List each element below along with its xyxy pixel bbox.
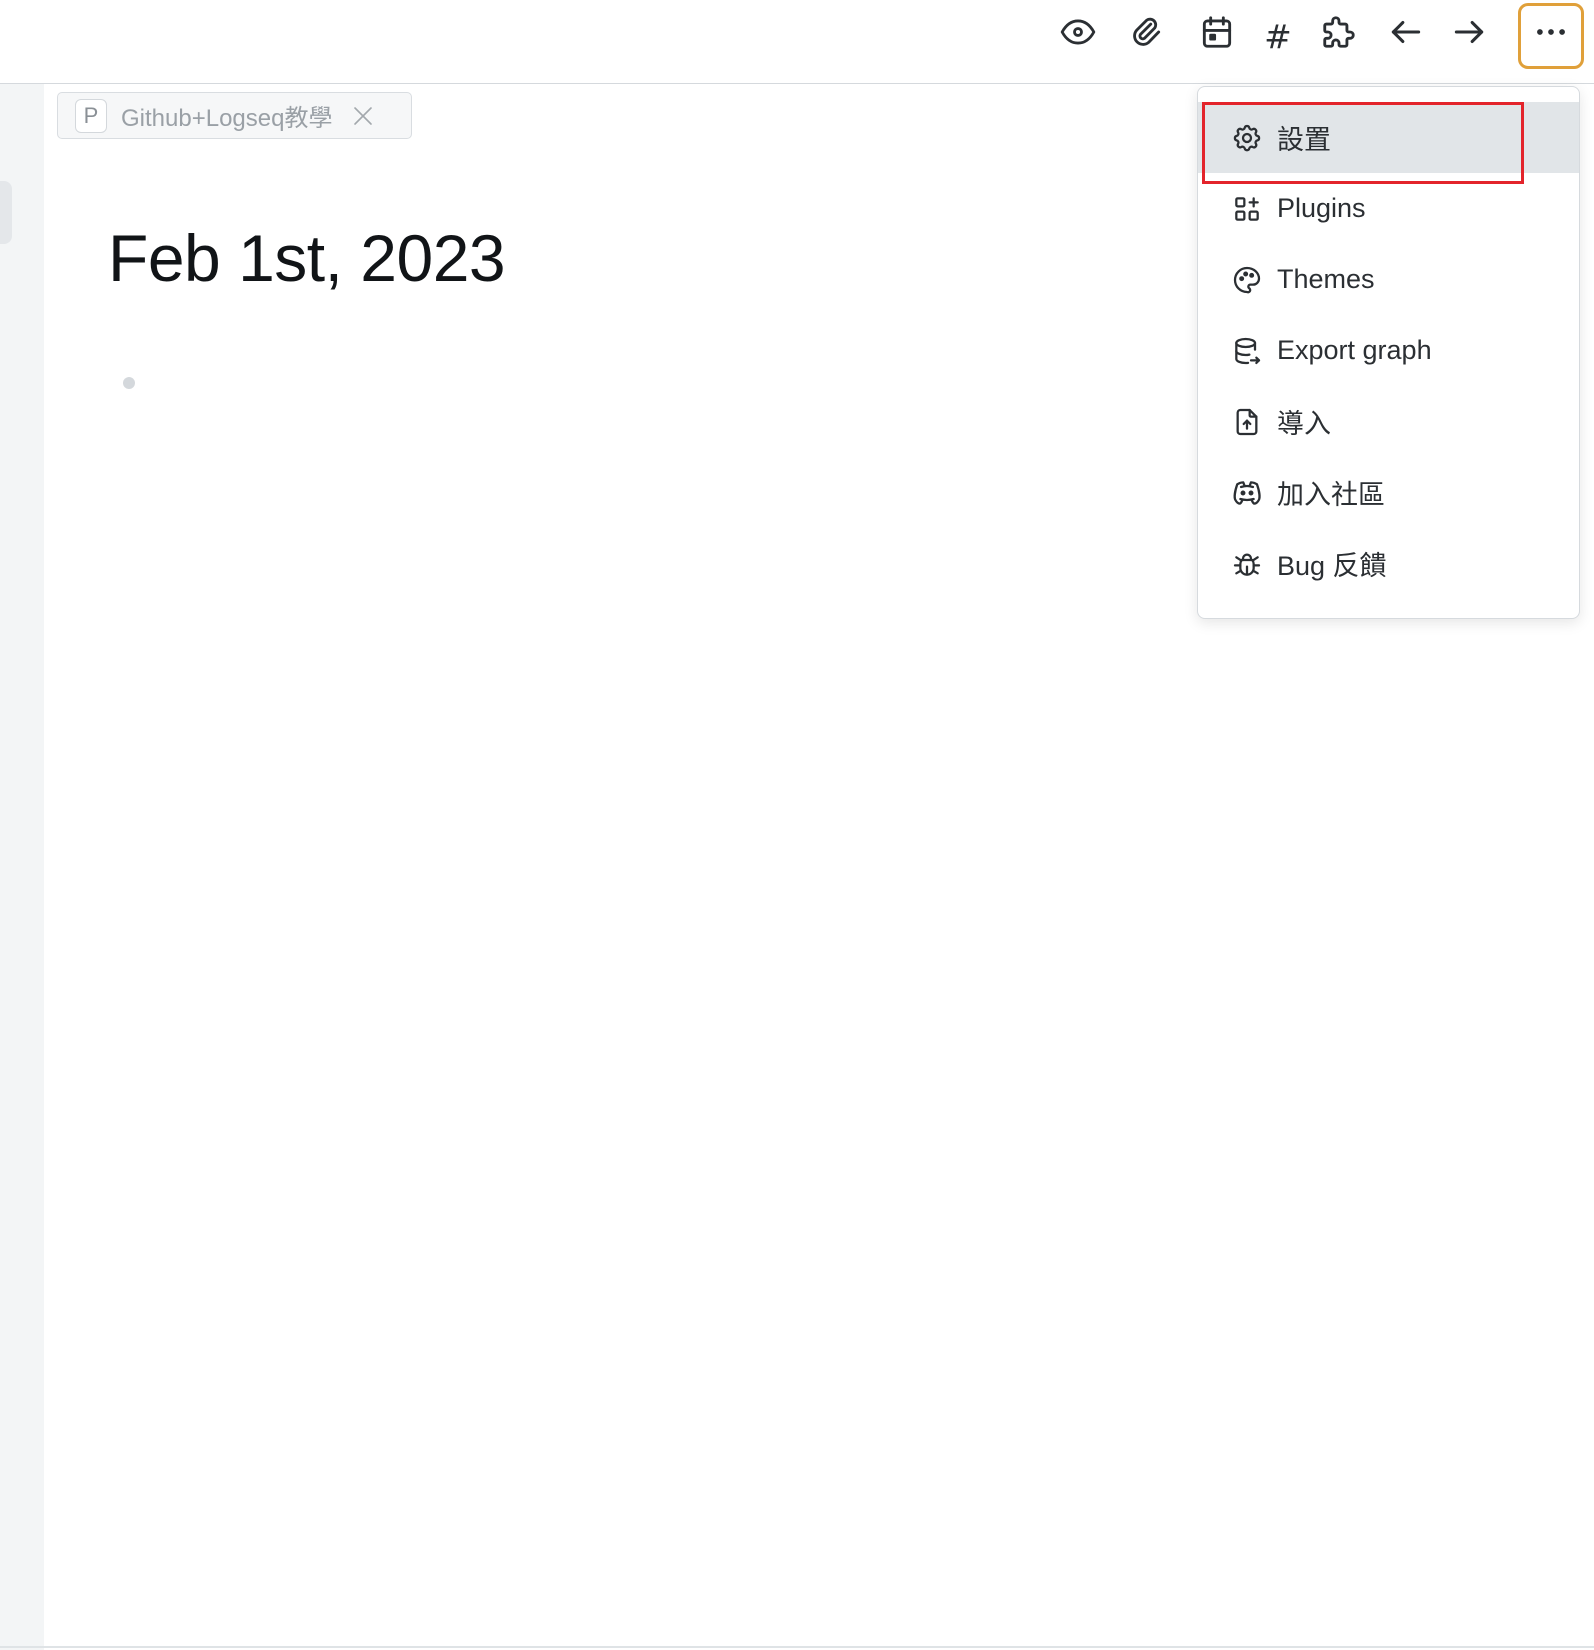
more-options-button[interactable]: [1518, 3, 1584, 69]
gear-icon: [1231, 122, 1263, 154]
close-tab-button[interactable]: [350, 103, 376, 129]
more-icon: [1532, 13, 1570, 60]
menu-item-label: Themes: [1277, 264, 1375, 294]
puzzle-icon: [1320, 13, 1358, 60]
menu-item-label: Bug 反饋: [1277, 551, 1387, 581]
discord-icon: [1231, 477, 1263, 509]
bug-icon: [1231, 548, 1263, 580]
forward-button[interactable]: [1437, 3, 1501, 69]
menu-item-plugins[interactable]: Plugins: [1198, 173, 1579, 244]
arrow-right-icon: [1450, 13, 1488, 60]
menu-item-label: 導入: [1277, 409, 1331, 439]
plugins-button[interactable]: [1307, 3, 1371, 69]
calendar-icon: [1198, 13, 1236, 60]
close-icon: [354, 106, 373, 125]
file-upload-icon: [1231, 406, 1263, 438]
menu-item-label: 加入社區: [1277, 480, 1385, 510]
menu-item-settings[interactable]: 設置: [1198, 102, 1579, 173]
attachment-button[interactable]: [1114, 3, 1178, 69]
plugins-grid-icon: [1231, 193, 1263, 225]
all-tags-button[interactable]: #: [1246, 3, 1310, 69]
attachment-icon: [1127, 13, 1165, 60]
menu-item-bug-report[interactable]: Bug 反饋: [1198, 528, 1579, 599]
database-export-icon: [1231, 335, 1263, 367]
top-header: #: [0, 0, 1594, 84]
journals-button[interactable]: [1185, 3, 1249, 69]
page-title: Feb 1st, 2023: [108, 221, 506, 295]
menu-item-export-graph[interactable]: Export graph: [1198, 315, 1579, 386]
more-options-menu: 設置 Plugins Themes Export graph 導入 加入社區 B…: [1197, 86, 1580, 619]
tab-title: Github+Logseq教學: [121, 105, 333, 132]
left-sidebar-handle[interactable]: [0, 181, 12, 244]
menu-item-label: 設置: [1277, 125, 1331, 155]
menu-item-import[interactable]: 導入: [1198, 386, 1579, 457]
empty-block-bullet[interactable]: [123, 377, 135, 389]
tab-page-letter: P: [75, 98, 107, 133]
menu-item-join-community[interactable]: 加入社區: [1198, 457, 1579, 528]
left-sidebar-gutter: [0, 84, 44, 1650]
bottom-border: [0, 1646, 1594, 1648]
eye-icon: [1059, 13, 1097, 60]
palette-icon: [1231, 264, 1263, 296]
menu-item-themes[interactable]: Themes: [1198, 244, 1579, 315]
page-tab[interactable]: P Github+Logseq教學: [57, 92, 412, 139]
toggle-view-button[interactable]: [1046, 3, 1110, 69]
menu-item-label: Export graph: [1277, 335, 1432, 365]
back-button[interactable]: [1374, 3, 1438, 69]
arrow-left-icon: [1387, 13, 1425, 60]
hash-icon: #: [1264, 16, 1292, 56]
menu-item-label: Plugins: [1277, 193, 1366, 223]
